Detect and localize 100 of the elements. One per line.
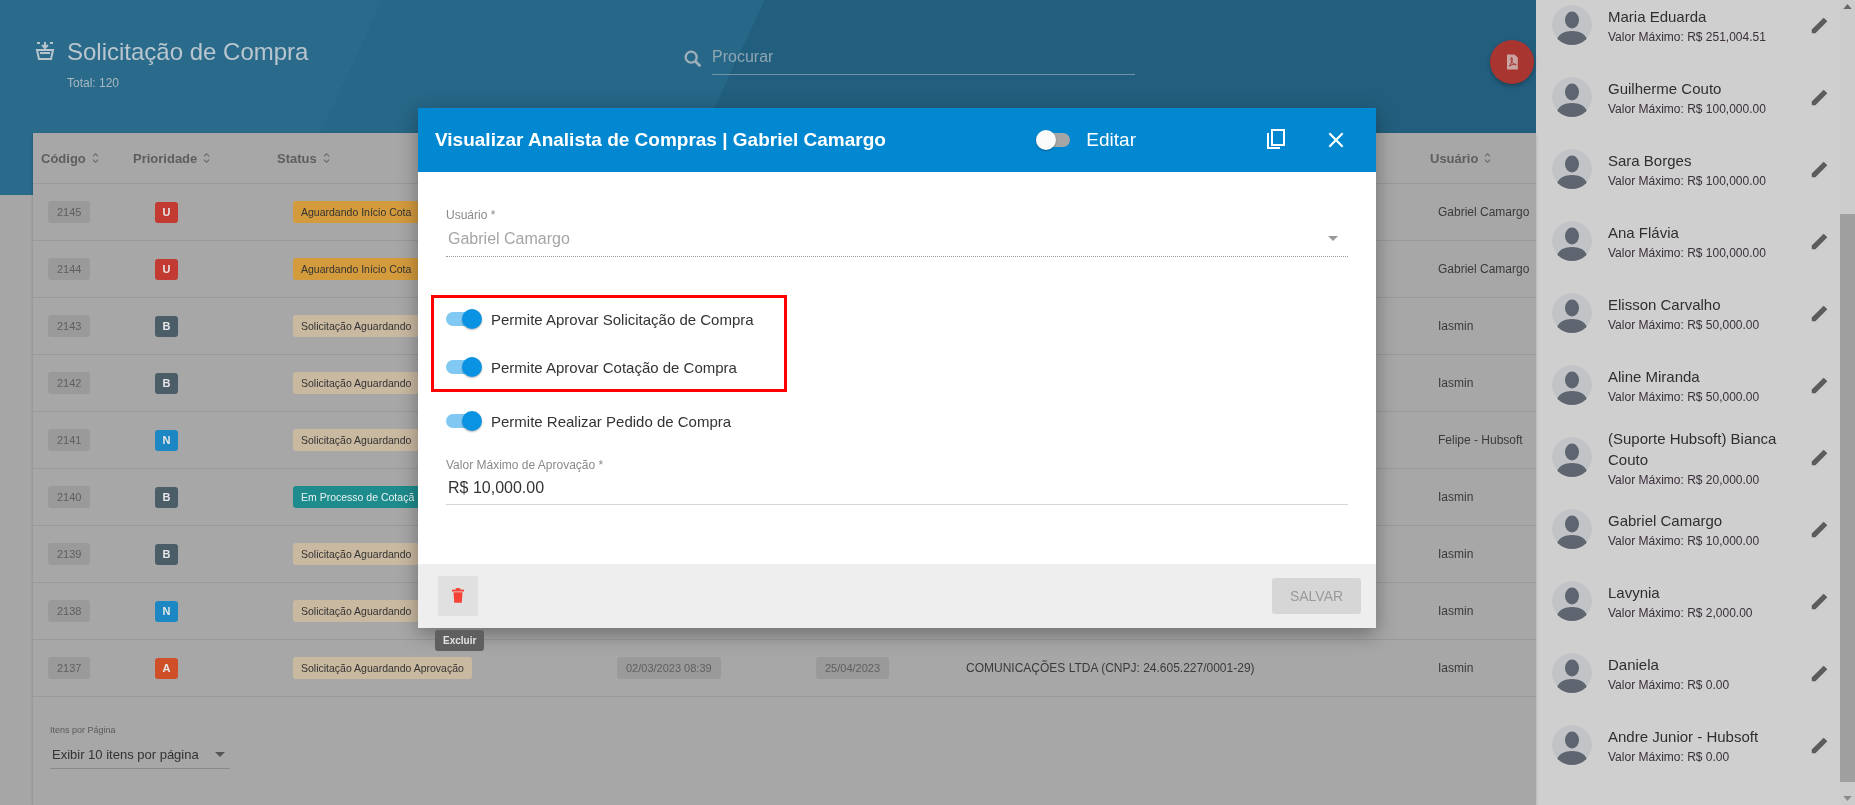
analyst-name: Maria Eduarda [1608,7,1708,27]
max-value-text: Valor Máximo: R$ 100,000.00 [1608,174,1767,188]
priority-badge: B [155,486,178,508]
code-tag: 2138 [48,600,91,622]
column-header[interactable]: Status [277,150,317,166]
toggle-switch[interactable] [446,308,482,330]
delete-button[interactable] [438,576,478,616]
code-tag: 2139 [48,543,91,565]
user-text: Iasmin [1438,604,1474,618]
analyst-name: Aline Miranda [1608,367,1701,387]
scroll-up-icon[interactable] [1843,4,1852,9]
field-label: Valor Máximo de Aprovação * [446,458,605,472]
analyst-name: Ana Flávia [1608,223,1680,243]
user-text: Gabriel Camargo [1438,205,1530,219]
priority-badge: N [155,429,178,451]
sort-icon[interactable] [91,152,99,164]
user-text: Felipe - Hubsoft [1438,433,1523,447]
toggle-switch[interactable] [446,410,482,432]
max-value-text: Valor Máximo: R$ 50,000.00 [1608,318,1761,332]
priority-badge: B [155,315,178,337]
trash-icon [449,586,467,606]
avatar-icon [1552,509,1592,549]
analyst-name: Sara Borges [1608,151,1693,171]
max-value-text: Valor Máximo: R$ 20,000.00 [1608,472,1761,487]
max-value-text: Valor Máximo: R$ 251,004.51 [1608,30,1767,44]
status-tag: Aguardando Início Cota [293,201,420,223]
avatar-icon [1552,293,1592,333]
max-value-text: Valor Máximo: R$ 0.00 [1608,678,1731,692]
analyst-name: Daniela [1608,655,1660,675]
code-tag: 2145 [48,201,91,223]
code-tag: 2143 [48,315,91,337]
total-count: Total: 120 [67,76,121,90]
page-size-label: Itens por Página [50,725,117,735]
status-tag: Solicitação Aguardando [293,315,420,337]
priority-badge: A [155,657,178,679]
max-value-text: Valor Máximo: R$ 50,000.00 [1608,390,1761,404]
analyst-name: Lavynia [1608,583,1661,603]
close-icon[interactable] [1326,130,1346,150]
max-value-text: Valor Máximo: R$ 10,000.00 [1608,534,1761,548]
edit-label: Editar [1086,129,1136,151]
avatar-icon [1552,77,1592,117]
max-value-text: Valor Máximo: R$ 0.00 [1608,750,1731,764]
code-tag: 2141 [48,429,91,451]
priority-badge: B [155,543,178,565]
sort-icon[interactable] [203,152,211,164]
avatar-icon [1552,653,1592,693]
page-size-select[interactable]: Exibir 10 itens por página [50,743,230,769]
avatar-icon [1552,581,1592,621]
pdf-button[interactable] [1490,40,1534,84]
user-text: Iasmin [1438,319,1474,333]
date-tag: 25/04/2023 [816,657,890,679]
max-value-text: Valor Máximo: R$ 100,000.00 [1608,246,1767,260]
status-tag: Solicitação Aguardando [293,543,420,565]
priority-badge: U [155,201,178,223]
max-value-text: Valor Máximo: R$ 100,000.00 [1608,102,1767,116]
status-tag: Solicitação Aguardando [293,600,420,622]
analyst-name: Gabriel Camargo [1608,511,1724,531]
avatar-icon [1552,221,1592,261]
code-tag: 2137 [48,657,91,679]
analyst-name: Guilherme Couto [1608,79,1723,99]
priority-badge: N [155,600,178,622]
analyst-name: Andre Junior - Hubsoft [1608,727,1760,747]
analyst-name: Elisson Carvalho [1608,295,1722,315]
avatar-icon [1552,725,1592,765]
user-text: Iasmin [1438,490,1474,504]
priority-badge: B [155,372,178,394]
toggle-switch[interactable] [446,356,482,378]
page-title: Solicitação de Compra [67,37,309,67]
sort-icon[interactable] [1484,152,1492,164]
avatar-icon [1552,437,1592,477]
column-header[interactable]: Usuário [1430,150,1479,166]
avatar-icon [1552,365,1592,405]
code-tag: 2144 [48,258,91,280]
analyst-name: (Suporte Hubsoft) Bianca Couto [1608,428,1778,470]
avatar-icon [1552,5,1592,45]
copy-icon[interactable] [1264,128,1288,152]
code-tag: 2142 [48,372,91,394]
field-label: Usuário * [446,208,497,222]
tooltip: Excluir [435,630,485,651]
column-header[interactable]: Prioridade [133,150,198,166]
user-text: Iasmin [1438,376,1474,390]
user-text: Gabriel Camargo [1438,262,1530,276]
avatar-icon [1552,149,1592,189]
caret-icon [1328,236,1338,242]
dialog-title: Visualizar Analista de Compras | Gabriel Camargo [435,129,886,151]
toggle-label: Permite Aprovar Solicitação de Compra [491,310,754,328]
priority-badge: U [155,258,178,280]
status-tag: Solicitação Aguardando Aprovação [293,657,472,679]
user-text: Iasmin [1438,661,1474,675]
supplier-text: COMUNICAÇÕES LTDA (CNPJ: 24.605.227/0001-29) [966,661,1255,675]
search-field[interactable]: Procurar [712,42,1135,75]
code-tag: 2140 [48,486,91,508]
date-tag: 02/03/2023 08:39 [617,657,721,679]
user-text: Iasmin [1438,547,1474,561]
status-tag: Solicitação Aguardando [293,372,420,394]
column-header[interactable]: Código [41,150,86,166]
scroll-down-icon[interactable] [1843,796,1852,801]
caret-icon [215,751,225,758]
sort-icon[interactable] [322,152,330,164]
toggle-label: Permite Realizar Pedido de Compra [491,412,732,430]
